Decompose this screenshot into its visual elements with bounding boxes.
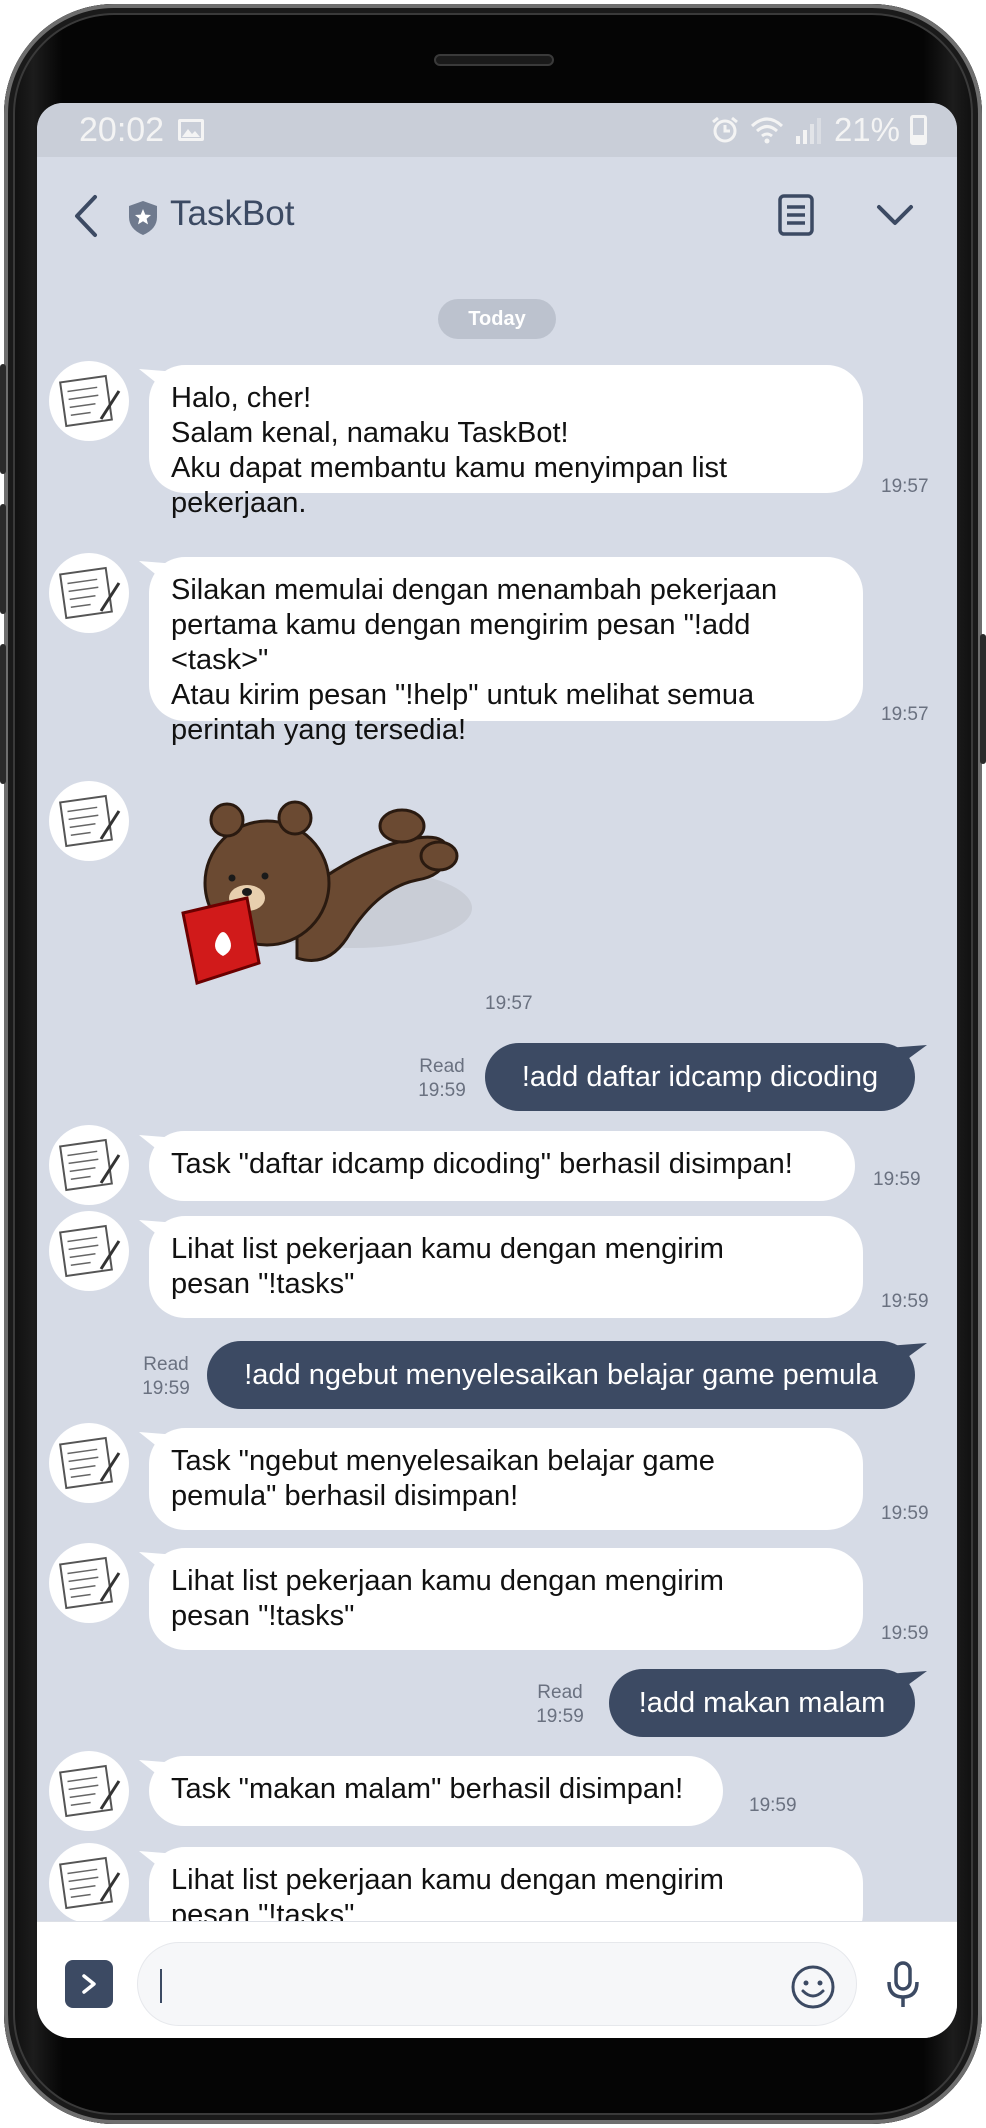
bot-avatar[interactable] [49,1423,129,1503]
battery-icon [910,115,927,145]
emoji-icon[interactable] [790,1964,836,2010]
message-bubble: Halo, cher! Salam kenal, namaku TaskBot!… [149,365,863,519]
bot-avatar[interactable] [49,1211,129,1291]
message-time: 19:57 [881,476,929,497]
bot-avatar[interactable] [49,1843,129,1923]
notes-icon[interactable] [777,193,815,237]
message-input[interactable] [137,1942,857,2026]
message-time: 19:59 [873,1169,921,1190]
earpiece-speaker [434,54,554,66]
chevron-down-icon[interactable] [875,201,915,229]
microphone-icon[interactable] [883,1960,923,2010]
chat-header: TaskBot [37,157,957,277]
official-shield-icon [129,201,157,235]
message-bubble: Task "makan malam" berhasil disimpan! [149,1756,723,1826]
read-receipt: Read 19:59 [418,1056,466,1101]
read-receipt: Read 19:59 [142,1354,190,1399]
wifi-icon [750,117,783,144]
battery-percent: 21% [833,111,900,148]
message-bubble: Task "daftar idcamp dicoding" berhasil d… [149,1131,855,1201]
volume-down-button [0,504,6,614]
message-bubble: Task "ngebut menyelesaikan belajar game … [149,1428,863,1530]
message-input-bar [37,1921,957,2038]
outgoing-message-bubble: !add daftar idcamp dicoding [485,1043,915,1111]
bot-avatar[interactable] [49,1543,129,1623]
phone-frame: 20:02 21% TaskBot Today Halo, cher! Sala… [0,4,986,2124]
screen: 20:02 21% TaskBot Today Halo, cher! Sala… [37,103,957,2038]
status-time: 20:02 [79,110,165,149]
text-caret [160,1969,162,2003]
bot-avatar[interactable] [49,781,129,861]
message-time: 19:59 [749,1795,797,1816]
back-icon[interactable] [65,191,105,241]
outgoing-message-bubble: !add makan malam [609,1669,915,1737]
message-time: 19:57 [485,993,533,1014]
message-bubble: Silakan memulai dengan menambah pekerjaa… [149,557,863,746]
status-bar: 20:02 21% [37,103,957,157]
message-bubble: Lihat list pekerjaan kamu dengan mengiri… [149,1548,863,1650]
message-time: 19:59 [881,1291,929,1312]
expand-button[interactable] [65,1960,113,2008]
bot-avatar[interactable] [49,1125,129,1205]
bear-reading-book-sticker[interactable] [177,788,487,993]
alarm-icon [712,116,738,143]
bot-avatar[interactable] [49,1751,129,1831]
bot-avatar[interactable] [49,361,129,441]
message-time: 19:59 [881,1623,929,1644]
message-bubble: Lihat list pekerjaan kamu dengan mengiri… [149,1216,863,1318]
outgoing-message-bubble: !add ngebut menyelesaikan belajar game p… [207,1341,915,1409]
image-icon [178,119,205,141]
power-button [980,634,986,764]
bot-avatar[interactable] [49,553,129,633]
message-time: 19:59 [881,1503,929,1524]
date-separator: Today [438,299,556,339]
chat-title: TaskBot [170,194,295,233]
volume-up-button [0,364,6,474]
bixby-button [0,644,6,784]
signal-icon [795,118,821,144]
expand-icon [82,1974,96,1994]
read-receipt: Read 19:59 [536,1682,584,1727]
message-time: 19:57 [881,704,929,725]
